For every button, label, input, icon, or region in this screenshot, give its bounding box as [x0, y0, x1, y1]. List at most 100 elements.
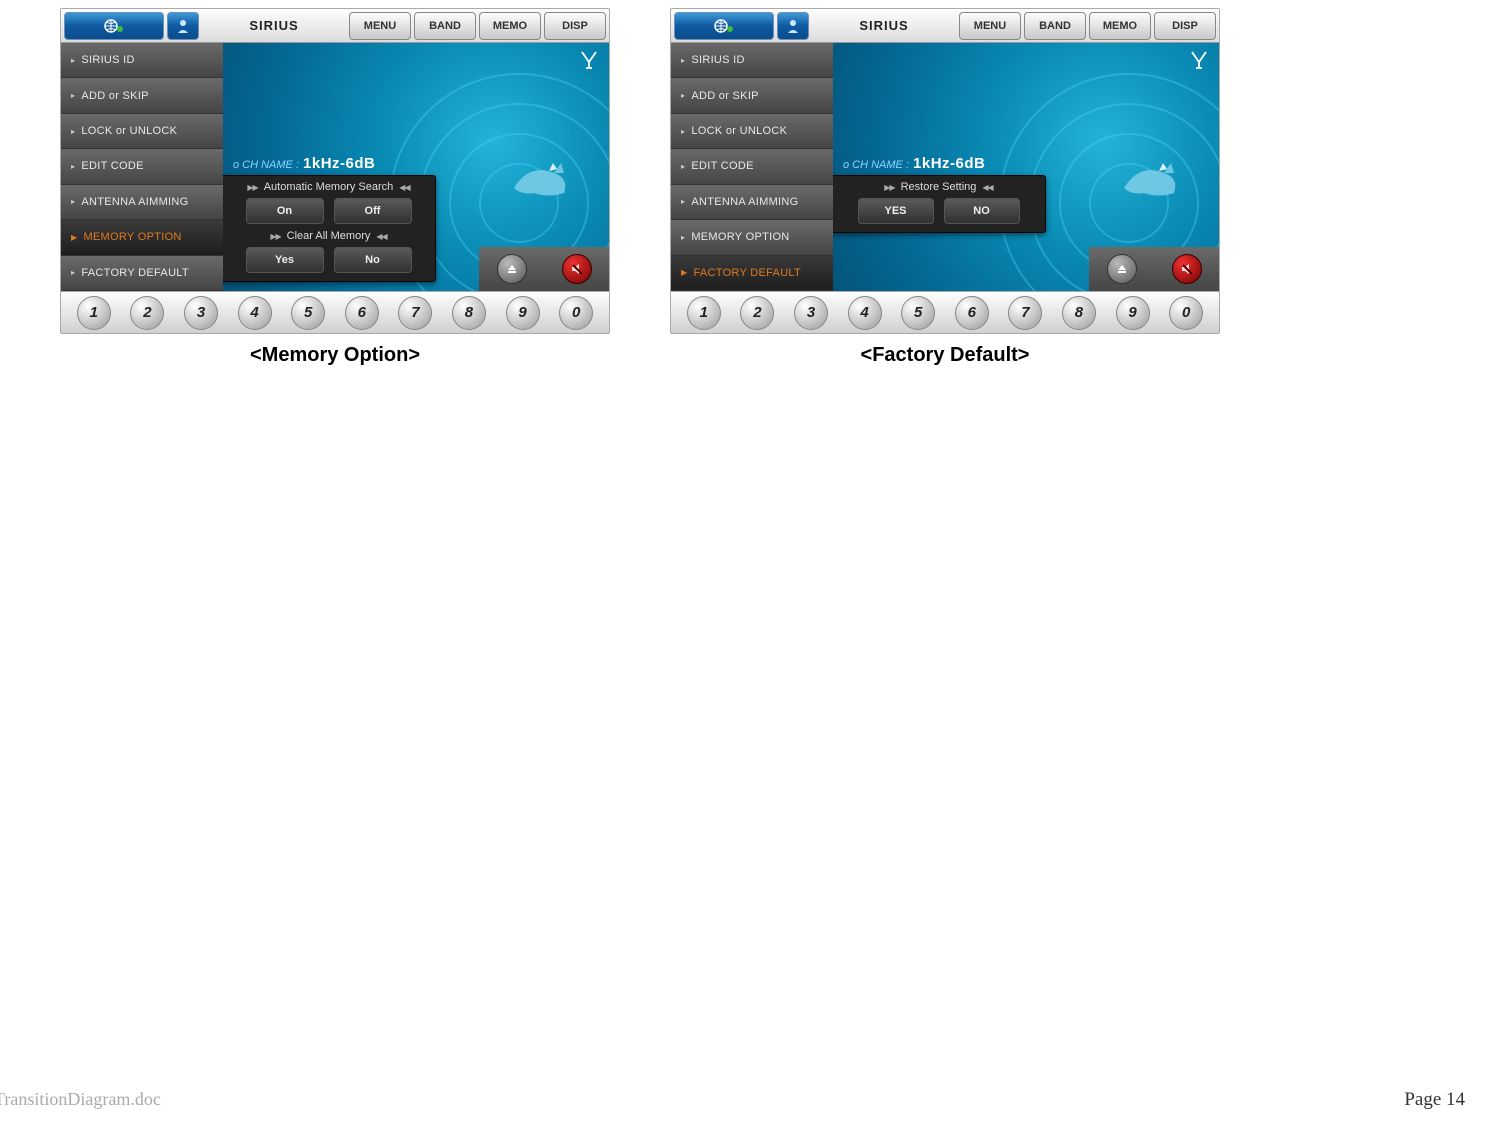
- person-icon: [786, 18, 800, 34]
- sidebar-item-label: FACTORY DEFAULT: [81, 267, 189, 279]
- clear-memory-yes-button[interactable]: Yes: [246, 247, 324, 273]
- sidebar-item-sirius-id[interactable]: ▸SIRIUS ID: [671, 43, 833, 78]
- sidebar: ▸SIRIUS ID▸ADD or SKIP▸LOCK or UNLOCK▸ED…: [671, 43, 833, 291]
- disp-button[interactable]: DISP: [544, 12, 606, 40]
- preset-3-button[interactable]: 3: [794, 296, 828, 330]
- figure-memory-option: SIRIUS MENU BAND MEMO DISP ▸ SIRIUS ID ▸ AD…: [60, 8, 610, 367]
- globe-arrow-icon: [713, 17, 735, 35]
- bullet-icon: ▸: [681, 91, 685, 100]
- menu-button[interactable]: MENU: [959, 12, 1021, 40]
- nav-prev-button[interactable]: [64, 12, 164, 40]
- auto-memory-on-button[interactable]: On: [246, 198, 324, 224]
- sidebar-item-memory-option[interactable]: ▸MEMORY OPTION: [671, 220, 833, 255]
- sidebar-item-antenna-aimming[interactable]: ▸ ANTENNA AIMMING: [61, 185, 223, 220]
- memo-button[interactable]: MEMO: [479, 12, 541, 40]
- mute-button[interactable]: [562, 254, 592, 284]
- nav-next-button[interactable]: [167, 12, 199, 40]
- preset-7-button[interactable]: 7: [398, 296, 432, 330]
- sidebar-item-lock-or-unlock[interactable]: ▸LOCK or UNLOCK: [671, 114, 833, 149]
- bullet-icon: ▸: [681, 197, 685, 206]
- preset-0-button[interactable]: 0: [1169, 296, 1203, 330]
- popup-row-2-title: ▶▶ Clear All Memory ◀◀: [230, 230, 427, 242]
- clear-memory-no-button[interactable]: No: [334, 247, 412, 273]
- nav-next-button[interactable]: [777, 12, 809, 40]
- sidebar-item-factory-default[interactable]: ▸FACTORY DEFAULT: [61, 256, 223, 291]
- eject-button[interactable]: [1107, 254, 1137, 284]
- restore-no-button[interactable]: NO: [944, 198, 1020, 224]
- mute-button[interactable]: [1172, 254, 1202, 284]
- sidebar-item-antenna-aimming[interactable]: ▸ANTENNA AIMMING: [671, 185, 833, 220]
- right-control-bar: [1089, 247, 1219, 291]
- bullet-icon: ▸: [681, 56, 685, 65]
- popup-line2: Clear All Memory: [287, 230, 371, 242]
- preset-8-button[interactable]: 8: [1062, 296, 1096, 330]
- nav-prev-button[interactable]: [674, 12, 774, 40]
- sidebar-item-edit-code[interactable]: ▸EDIT CODE: [671, 149, 833, 184]
- sidebar-item-add-or-skip[interactable]: ▸ ADD or SKIP: [61, 78, 223, 113]
- sidebar-item-lock-or-unlock[interactable]: ▸LOCK or UNLOCK: [61, 114, 223, 149]
- eject-icon: [1115, 262, 1129, 276]
- sidebar-item-label: FACTORY DEFAULT: [693, 267, 801, 279]
- caption-factory: <Factory Default>: [861, 344, 1030, 367]
- preset-8-button[interactable]: 8: [452, 296, 486, 330]
- source-label: SIRIUS: [202, 18, 346, 33]
- top-bar: SIRIUS MENU BAND MEMO DISP: [61, 9, 609, 43]
- preset-1-button[interactable]: 1: [687, 296, 721, 330]
- sidebar-item-label: ADD or SKIP: [81, 90, 149, 102]
- caption-memory: <Memory Option>: [250, 344, 420, 367]
- bullet-icon: ▸: [681, 162, 685, 171]
- preset-9-button[interactable]: 9: [1116, 296, 1150, 330]
- preset-4-button[interactable]: 4: [238, 296, 272, 330]
- preset-5-button[interactable]: 5: [901, 296, 935, 330]
- factory-default-popup: ▶▶ Restore Setting ◀◀ YES NO: [833, 175, 1046, 233]
- channel-label: o CH NAME : 1kHz-6dB: [233, 155, 375, 172]
- top-bar: SIRIUS MENU BAND MEMO DISP: [671, 9, 1219, 43]
- preset-2-button[interactable]: 2: [130, 296, 164, 330]
- right-control-bar: [479, 247, 609, 291]
- sidebar-item-add-or-skip[interactable]: ▸ ADD or SKIP: [671, 78, 833, 113]
- auto-memory-off-button[interactable]: Off: [334, 198, 412, 224]
- sidebar-item-label: MEMORY OPTION: [83, 231, 181, 243]
- restore-yes-button[interactable]: YES: [858, 198, 934, 224]
- sidebar-item-label: LOCK or UNLOCK: [81, 125, 177, 137]
- footer-page-number: Page 14: [1404, 1089, 1465, 1111]
- preset-9-button[interactable]: 9: [506, 296, 540, 330]
- band-button[interactable]: BAND: [414, 12, 476, 40]
- bullet-icon: ▸: [71, 91, 75, 100]
- preset-1-button[interactable]: 1: [77, 296, 111, 330]
- sidebar-item-memory-option[interactable]: ▶MEMORY OPTION: [61, 220, 223, 255]
- eject-button[interactable]: [497, 254, 527, 284]
- preset-7-button[interactable]: 7: [1008, 296, 1042, 330]
- dolphin-icon: [509, 153, 579, 203]
- sidebar-item-label: ADD or SKIP: [691, 90, 759, 102]
- sidebar-item-factory-default[interactable]: ▶FACTORY DEFAULT: [671, 256, 833, 291]
- channel-value: 1kHz-6dB: [913, 155, 985, 172]
- antenna-icon: [579, 49, 599, 75]
- preset-5-button[interactable]: 5: [291, 296, 325, 330]
- content-area: o CH NAME : 1kHz-6dB ▶▶ Restore Setting …: [833, 43, 1219, 291]
- sidebar-item-edit-code[interactable]: ▸EDIT CODE: [61, 149, 223, 184]
- channel-prefix: o CH NAME :: [843, 159, 909, 171]
- memo-button[interactable]: MEMO: [1089, 12, 1151, 40]
- sidebar-item-sirius-id[interactable]: ▸ SIRIUS ID: [61, 43, 223, 78]
- preset-6-button[interactable]: 6: [345, 296, 379, 330]
- device-screen-memory: SIRIUS MENU BAND MEMO DISP ▸ SIRIUS ID ▸ AD…: [60, 8, 610, 334]
- bullet-icon: ▸: [71, 197, 75, 206]
- preset-6-button[interactable]: 6: [955, 296, 989, 330]
- sidebar-item-label: SIRIUS ID: [81, 54, 134, 66]
- menu-button[interactable]: MENU: [349, 12, 411, 40]
- footer-filename: TransitionDiagram.doc: [0, 1089, 161, 1111]
- preset-4-button[interactable]: 4: [848, 296, 882, 330]
- band-button[interactable]: BAND: [1024, 12, 1086, 40]
- preset-2-button[interactable]: 2: [740, 296, 774, 330]
- preset-3-button[interactable]: 3: [184, 296, 218, 330]
- memory-option-popup: ▶▶ Automatic Memory Search ◀◀ On Off ▶▶ …: [223, 175, 436, 282]
- page-footer: TransitionDiagram.doc Page 14: [0, 1089, 1485, 1111]
- channel-value: 1kHz-6dB: [303, 155, 375, 172]
- preset-0-button[interactable]: 0: [559, 296, 593, 330]
- arrow-right-icon: ◀◀: [399, 183, 409, 192]
- bullet-icon: ▸: [681, 233, 685, 242]
- disp-button[interactable]: DISP: [1154, 12, 1216, 40]
- sidebar-item-label: ANTENNA AIMMING: [81, 196, 188, 208]
- bullet-icon: ▸: [71, 56, 75, 65]
